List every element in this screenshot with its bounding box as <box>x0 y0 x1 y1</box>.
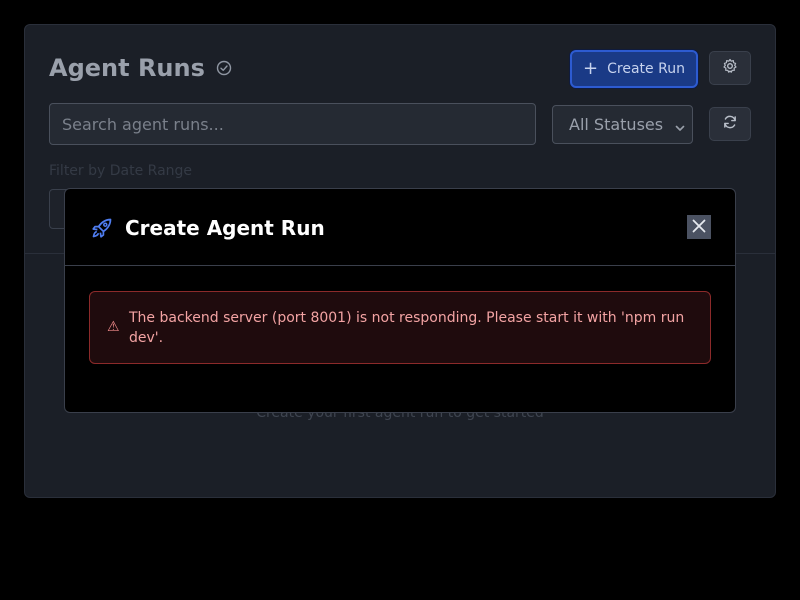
create-agent-run-modal: Create Agent Run ⚠ The backend server (p… <box>64 188 736 413</box>
refresh-button[interactable] <box>709 107 751 141</box>
error-message: The backend server (port 8001) is not re… <box>129 310 685 346</box>
create-run-label: Create Run <box>607 61 685 77</box>
error-alert: ⚠ The backend server (port 8001) is not … <box>89 291 711 364</box>
create-run-button[interactable]: + Create Run <box>570 50 698 88</box>
status-select-value: All Statuses <box>569 115 664 134</box>
plus-icon: + <box>583 58 599 79</box>
search-input[interactable] <box>49 103 536 145</box>
warning-icon: ⚠ <box>107 319 120 335</box>
date-range-label: Filter by Date Range <box>49 163 193 179</box>
close-button[interactable] <box>687 215 711 239</box>
status-select[interactable]: All Statuses <box>552 105 693 144</box>
check-circle-icon <box>216 60 232 76</box>
close-icon <box>691 218 707 237</box>
modal-title: Create Agent Run <box>125 216 325 240</box>
rocket-icon <box>90 216 114 240</box>
refresh-icon <box>722 114 738 134</box>
settings-button[interactable] <box>709 51 751 85</box>
gear-icon <box>722 58 738 78</box>
chevron-down-icon <box>674 119 686 138</box>
page-title: Agent Runs <box>49 54 205 82</box>
modal-header: Create Agent Run <box>65 189 735 266</box>
